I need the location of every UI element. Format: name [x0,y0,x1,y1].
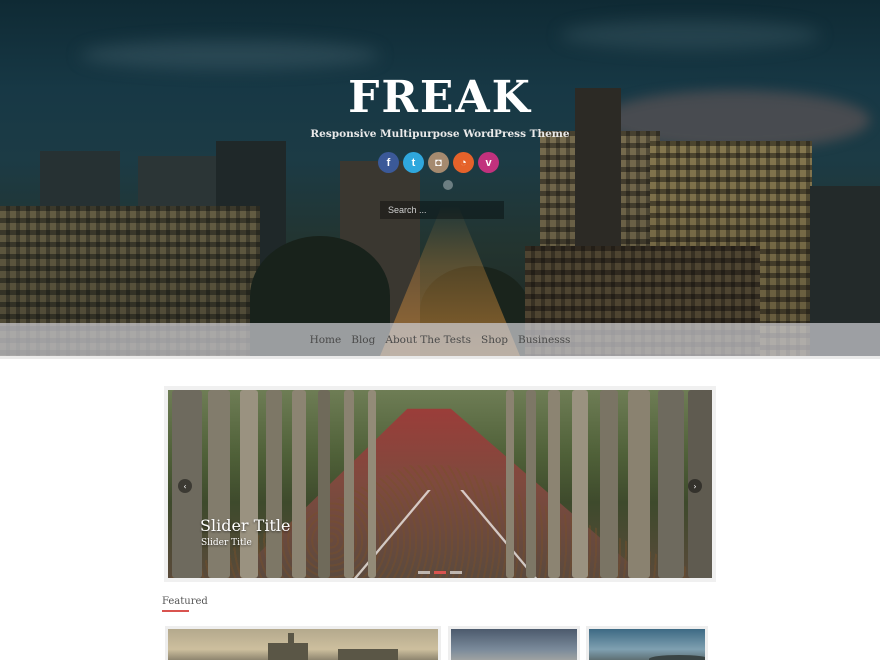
card-image-skyline [288,633,294,660]
instagram-icon[interactable]: ◘ [428,152,449,173]
slider-subtitle: Slider Title [201,538,252,548]
featured-heading: Featured [162,596,208,607]
slider-dot[interactable] [450,571,462,574]
search-toggle-icon[interactable] [443,180,453,190]
slider-dot[interactable] [418,571,430,574]
slider-tree-trunk [628,390,650,578]
slider-next-button[interactable]: › [688,479,702,493]
social-icons: f t ◘ ◔ v [378,152,499,174]
slider-tree-trunk [658,390,684,578]
site-description: Responsive Multipurpose WordPress Theme [310,128,570,140]
slider-tree-trunk [572,390,588,578]
featured-slider[interactable]: ‹ › Slider Title Slider Title [164,386,716,582]
slider-tree-trunk [208,390,230,578]
slider-tree-trunk [548,390,560,578]
main-navigation: Home Blog About The Tests Shop Businesss [0,323,880,356]
slider-dot-active[interactable] [434,571,446,574]
site-header: FREAK Responsive Multipurpose WordPress … [0,0,880,356]
slider-tree-trunk [292,390,306,578]
slider-tree-trunk [368,390,376,578]
rss-icon[interactable]: ◔ [453,152,474,173]
slider-tree-trunk [266,390,282,578]
card-image-skyline [338,649,398,660]
twitter-icon[interactable]: t [403,152,424,173]
featured-heading-underline [162,610,189,612]
facebook-icon[interactable]: f [378,152,399,173]
nav-item-businesss[interactable]: Businesss [513,334,575,346]
slider-tree-trunk [600,390,618,578]
slider-title[interactable]: Slider Title [200,516,290,535]
header-cloud [80,40,380,70]
slider-tree-trunk [240,390,258,578]
nav-item-home[interactable]: Home [305,334,347,346]
nav-item-shop[interactable]: Shop [476,334,513,346]
header-cloud [560,20,820,50]
slider-tree-trunk [526,390,536,578]
slider-tree-trunk [506,390,514,578]
vimeo-icon[interactable]: v [478,152,499,173]
slider-pagination [418,571,462,574]
header-divider [0,356,880,359]
nav-item-about-the-tests[interactable]: About The Tests [380,334,476,346]
featured-card[interactable] [165,626,441,660]
slider-prev-button[interactable]: ‹ [178,479,192,493]
search-input[interactable] [380,201,504,219]
card-image-hill [649,655,705,660]
site-title[interactable]: FREAK [0,72,880,123]
slider-tree-trunk [318,390,330,578]
slider-tree-trunk [344,390,354,578]
featured-card[interactable] [448,626,580,660]
featured-card[interactable] [586,626,708,660]
nav-item-blog[interactable]: Blog [346,334,380,346]
